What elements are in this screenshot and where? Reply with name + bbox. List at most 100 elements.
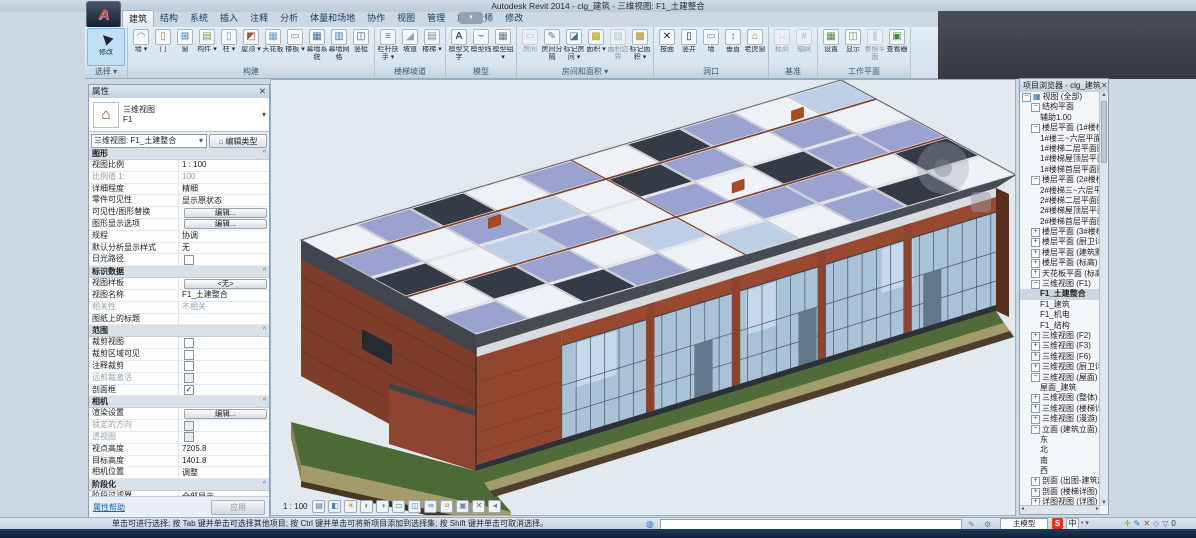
property-value[interactable]: 7205.8 [182, 444, 206, 454]
ribbon-tab-修改[interactable]: 修改 [499, 10, 529, 27]
ribbon-button-show-work-plane[interactable]: ◫显示 [842, 28, 864, 66]
property-value[interactable]: 调整 [182, 468, 198, 478]
tree-item[interactable]: 1#楼三~六层平面 [1020, 134, 1100, 144]
property-value[interactable]: 显示原状态 [182, 196, 222, 206]
tree-item[interactable]: +三维视图 (整体) [1020, 393, 1100, 403]
expand-node-icon[interactable]: + [1031, 269, 1040, 278]
ribbon-tab-系统[interactable]: 系统 [184, 10, 214, 27]
property-value[interactable]: 不相关 [182, 302, 206, 312]
tree-item[interactable]: +楼层平面 (厨卫详图) [1020, 237, 1100, 247]
reveal-hidden-icon[interactable]: ¤ [440, 500, 453, 513]
property-section-相机[interactable]: 相机^ [89, 396, 269, 408]
tree-item[interactable]: +楼层平面 (建筑默认) [1020, 248, 1100, 258]
collapse-node-icon[interactable]: − [1031, 280, 1040, 289]
expand-node-icon[interactable]: + [1031, 342, 1040, 351]
expand-node-icon[interactable]: + [1031, 477, 1040, 486]
ribbon-tab-结构[interactable]: 结构 [154, 10, 184, 27]
expand-node-icon[interactable]: + [1031, 415, 1040, 424]
tree-item[interactable]: 1#楼梯首层平面图 [1020, 165, 1100, 175]
property-value[interactable]: 1 : 100 [182, 160, 206, 170]
collapse-icon[interactable]: ^ [263, 325, 266, 336]
ribbon-button-curtain-system[interactable]: ▦幕墙系统 [306, 28, 328, 66]
collapse-node-icon[interactable]: − [1031, 176, 1040, 185]
tree-item[interactable]: +三维视图 (漫游) [1020, 414, 1100, 424]
ribbon-button-roof[interactable]: ◩屋顶 ▾ [240, 28, 262, 66]
ribbon-tab-管理[interactable]: 管理 [421, 10, 451, 27]
filter-count[interactable]: 0 [1171, 519, 1175, 528]
sogou-ime-icon[interactable]: S [1052, 518, 1063, 529]
tree-item[interactable]: 屋面_建筑 [1020, 383, 1100, 393]
ribbon-button-curtain-grid[interactable]: ▥幕墙网格 [328, 28, 350, 66]
ribbon-button-wall-opening[interactable]: ▭墙 [700, 28, 722, 66]
analysis-icon[interactable]: ✕ [472, 500, 485, 513]
ribbon-button-model-line[interactable]: ~模型线 [470, 28, 492, 66]
tree-item[interactable]: +楼层平面 (3#楼梯详图) [1020, 227, 1100, 237]
collapse-icon[interactable]: ◂ [488, 500, 501, 513]
tree-item[interactable]: −三维视图 (屋面) [1020, 373, 1100, 383]
ribbon-button-ramp[interactable]: ◢坡道 [399, 28, 421, 66]
ribbon-button-window[interactable]: ⊞窗 [174, 28, 196, 66]
tree-item[interactable]: 1#楼梯二层平面图 [1020, 144, 1100, 154]
tree-item[interactable]: +剖面 (楼梯详图) [1020, 487, 1100, 497]
ribbon-tab-插入[interactable]: 插入 [214, 10, 244, 27]
property-edit-button[interactable]: <无> [184, 279, 267, 289]
temporary-view-properties-icon[interactable]: ▣ [456, 500, 469, 513]
editable-only-icon[interactable]: ✎ [1134, 519, 1141, 528]
tree-item[interactable]: +三维视图 (厨卫详图) [1020, 362, 1100, 372]
ribbon-button-room-separator[interactable]: ✎房间分隔 [541, 28, 563, 66]
view-scale-button[interactable]: 1 : 100 [283, 502, 309, 511]
ribbon-button-tag-area[interactable]: ▩标记面积 ▾ [629, 28, 651, 66]
property-section-范围[interactable]: 范围^ [89, 325, 269, 337]
property-edit-button[interactable]: 编辑... [184, 208, 267, 218]
expand-node-icon[interactable]: + [1031, 352, 1040, 361]
collapse-node-icon[interactable]: − [1031, 425, 1040, 434]
exclude-options-icon[interactable]: ✕ [1143, 519, 1150, 528]
ribbon-tab-体量和场地[interactable]: 体量和场地 [304, 10, 361, 27]
tree-item[interactable]: +剖面 (出图-建筑剖面) [1020, 476, 1100, 486]
ribbon-button-shaft-opening[interactable]: ▯竖井 [678, 28, 700, 66]
show-crop-icon[interactable]: ◫ [408, 500, 421, 513]
collapse-node-icon[interactable]: − [1031, 103, 1040, 112]
ribbon-button-ceiling[interactable]: ▦天花板 [262, 28, 284, 66]
filter-icon[interactable]: ▽ [1162, 519, 1168, 528]
property-section-标识数据[interactable]: 标识数据^ [89, 266, 269, 278]
ribbon-tab-注释[interactable]: 注释 [244, 10, 274, 27]
vertical-scrollbar[interactable]: ▲▼ [1099, 92, 1108, 506]
expand-node-icon[interactable]: + [1031, 394, 1040, 403]
tree-item[interactable]: 1#楼梯屋顶层平面 [1020, 154, 1100, 164]
property-value[interactable]: 协调 [182, 231, 198, 241]
tree-item[interactable]: +三维视图 (F3) [1020, 341, 1100, 351]
detail-level-icon[interactable]: ▤ [312, 500, 325, 513]
collapse-icon[interactable]: ^ [263, 148, 266, 159]
ribbon-button-stair[interactable]: ▤楼梯 ▾ [421, 28, 443, 66]
temporary-hide-isolate-icon[interactable]: ∞ [424, 500, 437, 513]
property-checkbox[interactable] [184, 350, 194, 360]
tree-item[interactable]: 西 [1020, 466, 1100, 476]
ribbon-button-area[interactable]: ▩面积 ▾ [585, 28, 607, 66]
press-drag-icon[interactable]: ◇ [1153, 519, 1159, 528]
property-value[interactable]: 无 [182, 243, 190, 253]
expand-node-icon[interactable]: + [1031, 228, 1040, 237]
ribbon-button-column[interactable]: ▯柱 ▾ [218, 28, 240, 66]
property-checkbox[interactable] [184, 338, 194, 348]
expand-node-icon[interactable]: + [1031, 404, 1040, 413]
ribbon-button-dormer-opening[interactable]: ⌂老虎窗 [744, 28, 766, 66]
tree-item[interactable]: 北 [1020, 445, 1100, 455]
expand-node-icon[interactable]: + [1031, 249, 1040, 258]
tree-item[interactable]: +三维视图 (F6) [1020, 352, 1100, 362]
tree-item[interactable]: −楼层平面 (1#楼梯详图) [1020, 123, 1100, 133]
ribbon-button-mullion[interactable]: ◫竖梃 [350, 28, 372, 66]
type-selector[interactable]: ⌂ 三维视图 F1 ▾ [89, 98, 269, 132]
property-edit-button[interactable]: 编辑... [184, 219, 267, 229]
ribbon-button-tag-room[interactable]: ◪标记房间 ▾ [563, 28, 585, 66]
property-checkbox[interactable] [184, 255, 194, 265]
ribbon-tab-建筑[interactable]: 建筑 [122, 10, 154, 27]
ribbon-button-door[interactable]: ▯门 [152, 28, 174, 66]
edit-type-button[interactable]: ⌂ 编辑类型 [209, 134, 267, 148]
ribbon-button-opening-by-face[interactable]: ✕按面 [656, 28, 678, 66]
rendering-dialog-icon[interactable]: ◑ [376, 500, 389, 513]
tree-item[interactable]: 2#楼梯首层平面图 [1020, 217, 1100, 227]
tree-item[interactable]: −结构平面 [1020, 102, 1100, 112]
apply-button[interactable]: 应用 [211, 500, 265, 515]
tree-item[interactable]: +三维视图 (F2) [1020, 331, 1100, 341]
